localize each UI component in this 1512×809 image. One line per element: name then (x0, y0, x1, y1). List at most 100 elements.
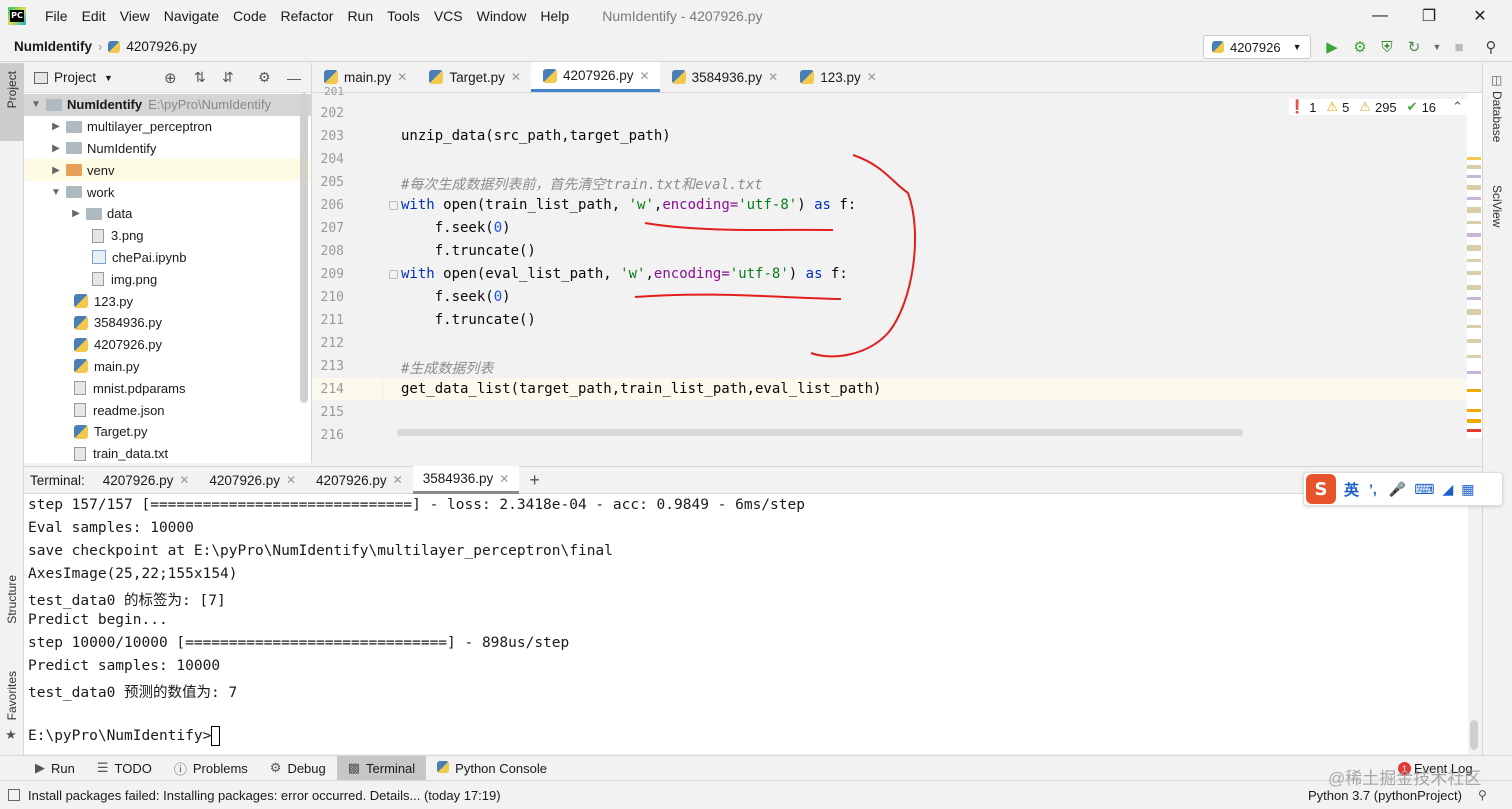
profile-icon[interactable]: ↻ (1405, 38, 1423, 56)
tree-item-train-data-txt[interactable]: train_data.txt (24, 443, 311, 463)
menu-help[interactable]: Help (533, 8, 576, 24)
run-icon[interactable]: ▶ (1323, 38, 1341, 56)
menu-view[interactable]: View (113, 8, 157, 24)
close-tab-icon[interactable]: ✕ (511, 70, 521, 84)
tree-item-venv[interactable]: ▶ venv (24, 159, 311, 182)
menu-run[interactable]: Run (340, 8, 380, 24)
ime-punctuation-toggle[interactable]: ’, (1369, 481, 1377, 497)
run-tool-button[interactable]: ▶ Run (24, 756, 86, 781)
chevron-right-icon[interactable]: ▶ (70, 208, 82, 219)
tree-item-4207926-py[interactable]: 4207926.py (24, 334, 311, 356)
favorites-tool-label[interactable]: Favorites (5, 671, 19, 720)
status-message[interactable]: Install packages failed: Installing pack… (28, 788, 501, 803)
expand-all-icon[interactable]: ⇅ (194, 69, 206, 86)
menu-code[interactable]: Code (226, 8, 273, 24)
chevron-right-icon[interactable]: ▶ (50, 121, 62, 132)
problems-tool-button[interactable]: ⓘ Problems (163, 756, 259, 781)
stop-icon[interactable]: ■ (1450, 38, 1468, 56)
tree-root[interactable]: ▼ NumIdentify E:\pyPro\NumIdentify (24, 94, 311, 116)
debug-icon[interactable]: ⚙ (1351, 38, 1369, 56)
toolbox-icon[interactable]: ▦ (1461, 481, 1474, 498)
hide-panel-icon[interactable]: — (287, 70, 301, 86)
close-tab-icon[interactable]: ✕ (393, 473, 403, 487)
ime-language-toggle[interactable]: 英 (1344, 479, 1359, 500)
tab-target-py[interactable]: Target.py ✕ (417, 62, 531, 92)
menu-edit[interactable]: Edit (75, 8, 113, 24)
maximize-button[interactable]: ❐ (1404, 0, 1454, 32)
structure-tool-label[interactable]: Structure (5, 575, 19, 624)
chevron-right-icon[interactable]: ▶ (50, 143, 62, 154)
chevron-down-icon[interactable]: ▼ (30, 99, 42, 110)
menu-file[interactable]: File (38, 8, 75, 24)
terminal-prompt[interactable]: E:\pyPro\NumIdentify> (28, 726, 221, 746)
close-tab-icon[interactable]: ✕ (867, 70, 877, 84)
run-configuration-select[interactable]: 4207926 ▼ (1203, 35, 1311, 59)
close-window-button[interactable]: ✕ (1455, 0, 1505, 32)
coverage-icon[interactable]: ⛨ (1378, 38, 1396, 56)
code-editor[interactable]: unzip_data(src_path,target_path) #每次生成数据… (382, 93, 1467, 438)
tree-item-work[interactable]: ▼ work (24, 181, 311, 203)
database-tool-label[interactable]: Database (1490, 91, 1504, 142)
collapse-all-icon[interactable]: ⇵ (222, 69, 234, 86)
menu-vcs[interactable]: VCS (427, 8, 470, 24)
chevron-down-icon[interactable]: ▼ (104, 73, 113, 83)
close-tab-icon[interactable]: ✕ (286, 473, 296, 487)
keyboard-icon[interactable]: ⌨ (1414, 481, 1434, 498)
python-console-tool-button[interactable]: Python Console (426, 756, 558, 781)
menu-tools[interactable]: Tools (380, 8, 427, 24)
close-tab-icon[interactable]: ✕ (179, 473, 189, 487)
gear-icon[interactable]: ⚙ (258, 69, 271, 86)
search-everywhere-icon[interactable]: ⚲ (1482, 38, 1500, 56)
close-tab-icon[interactable]: ✕ (768, 70, 778, 84)
tree-item-3584936-py[interactable]: 3584936.py (24, 312, 311, 334)
terminal-tool-button[interactable]: ▩ Terminal (336, 755, 427, 781)
menu-refactor[interactable]: Refactor (274, 8, 341, 24)
terminal-scrollbar[interactable] (1470, 720, 1478, 750)
terminal-tab-1[interactable]: 4207926.py ✕ (93, 466, 200, 494)
tree-item-main-py[interactable]: main.py (24, 356, 311, 378)
terminal-output[interactable]: step 157/157 [==========================… (24, 494, 1468, 754)
terminal-tab-4[interactable]: 3584936.py ✕ (412, 466, 520, 494)
project-panel-title[interactable]: Project (54, 70, 96, 85)
menu-window[interactable]: Window (470, 8, 534, 24)
close-tab-icon[interactable]: ✕ (499, 472, 509, 486)
minimize-button[interactable]: — (1355, 0, 1405, 32)
lock-icon[interactable]: ⚲ (1478, 788, 1487, 802)
tree-item-numidentify[interactable]: ▶ NumIdentify (24, 138, 311, 160)
terminal-tab-2[interactable]: 4207926.py ✕ (199, 466, 306, 494)
sciview-tool-label[interactable]: SciView (1490, 185, 1504, 227)
tree-item-img-png[interactable]: img.png (24, 268, 311, 290)
chevron-right-icon[interactable]: ▶ (50, 165, 62, 176)
tab-4207926-py[interactable]: 4207926.py ✕ (530, 62, 660, 92)
tree-item-target-py[interactable]: Target.py (24, 421, 311, 443)
project-tool-tab[interactable]: Project (0, 63, 24, 141)
close-tab-icon[interactable]: ✕ (397, 70, 407, 84)
menu-navigate[interactable]: Navigate (157, 8, 226, 24)
breadcrumb-project[interactable]: NumIdentify (14, 39, 92, 54)
python-interpreter[interactable]: Python 3.7 (pythonProject) (1308, 788, 1462, 803)
locate-file-icon[interactable]: ⊕ (164, 69, 177, 87)
close-tab-icon[interactable]: ✕ (640, 69, 650, 83)
tree-item-3-png[interactable]: 3.png (24, 225, 311, 247)
microphone-icon[interactable]: 🎤 (1389, 481, 1406, 498)
tree-item-readme-json[interactable]: readme.json (24, 399, 311, 421)
tab-123-py[interactable]: 123.py ✕ (788, 62, 887, 92)
tree-item-multilayer-perceptron[interactable]: ▶ multilayer_perceptron (24, 116, 311, 138)
ime-toolbar[interactable]: S 英 ’, 🎤 ⌨ ◢ ▦ (1303, 472, 1503, 506)
tree-item-data[interactable]: ▶ data (24, 203, 311, 225)
todo-tool-button[interactable]: ☰ TODO (86, 756, 163, 781)
new-terminal-tab-icon[interactable]: + (529, 470, 540, 491)
skin-shirt-icon[interactable]: ◢ (1442, 481, 1453, 498)
chevron-down-icon[interactable]: ▼ (50, 187, 62, 198)
breadcrumb-file[interactable]: 4207926.py (126, 39, 197, 54)
debug-tool-button[interactable]: ⚙ Debug (259, 756, 337, 781)
terminal-tab-3[interactable]: 4207926.py ✕ (306, 466, 413, 494)
toggle-tool-windows-icon[interactable] (8, 789, 20, 801)
more-run-options-icon[interactable]: ▼ (1428, 38, 1446, 56)
tab-3584936-py[interactable]: 3584936.py ✕ (660, 62, 789, 92)
tree-item-123-py[interactable]: 123.py (24, 290, 311, 312)
tree-item-chepai-ipynb[interactable]: chePai.ipynb (24, 247, 311, 269)
error-stripe[interactable] (1467, 93, 1482, 438)
project-scrollbar[interactable] (300, 93, 308, 403)
tree-item-mnist-pdparams[interactable]: mnist.pdparams (24, 377, 311, 399)
